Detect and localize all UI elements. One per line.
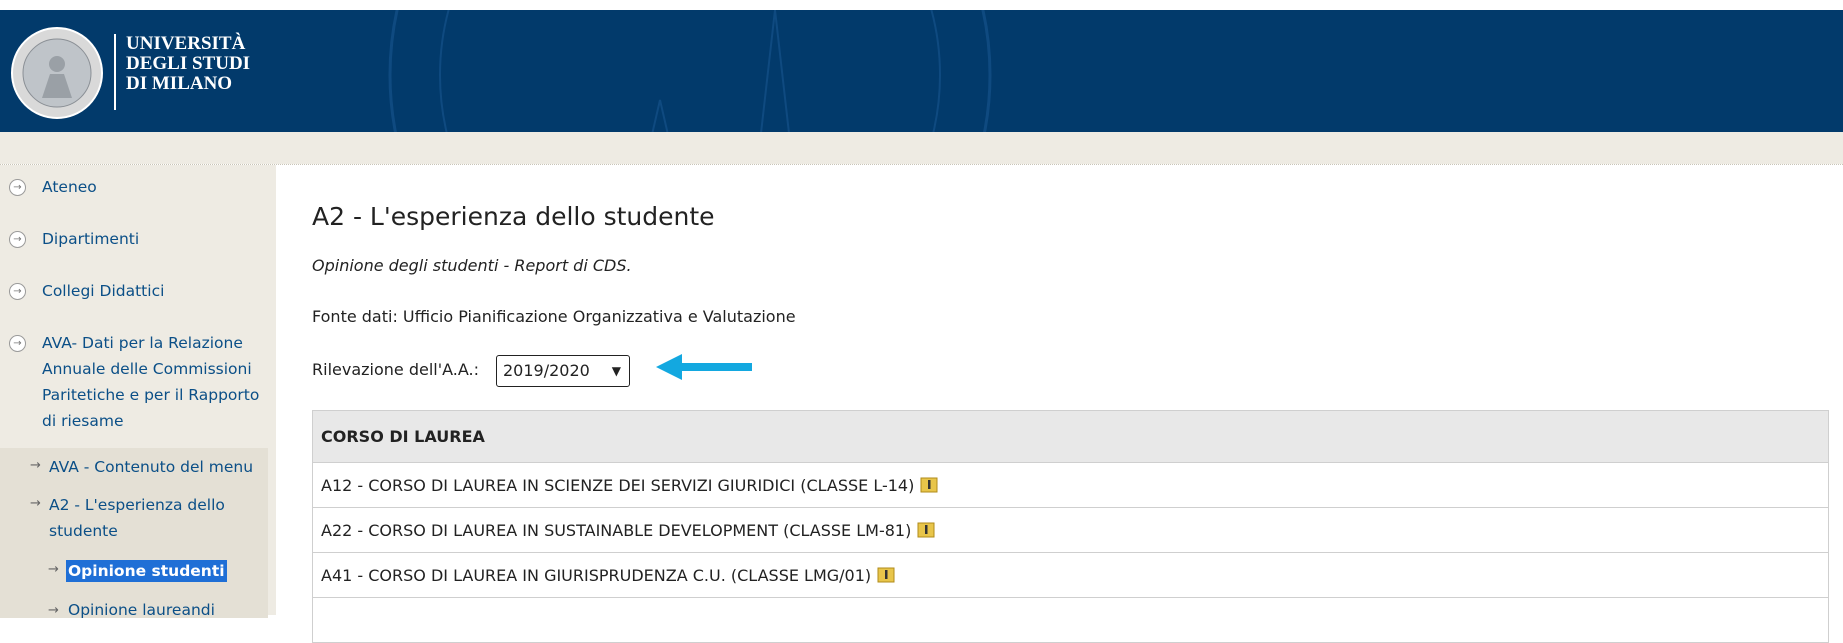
courses-table: CORSO DI LAUREA A12 - CORSO DI LAUREA IN… <box>312 410 1829 643</box>
university-name[interactable]: UNIVERSITÀ DEGLI STUDI DI MILANO <box>126 34 250 94</box>
sidebar-subitem-ava-menu[interactable]: AVA - Contenuto del menu <box>49 454 253 480</box>
circle-arrow-icon: → <box>9 283 26 300</box>
arrow-left-indicator-icon <box>656 354 752 380</box>
info-book-icon[interactable] <box>917 522 935 538</box>
page-subtitle: Opinione degli studenti - Report di CDS. <box>312 256 632 275</box>
sidebar-item-ava[interactable]: AVA- Dati per la Relazione Annuale delle… <box>42 330 274 434</box>
table-cell: A22 - CORSO DI LAUREA IN SUSTAINABLE DEV… <box>312 507 1829 553</box>
table-row[interactable]: A41 - CORSO DI LAUREA IN GIURISPRUDENZA … <box>312 552 1829 598</box>
course-link[interactable]: A12 - CORSO DI LAUREA IN SCIENZE DEI SER… <box>321 476 914 495</box>
university-name-line2: DEGLI STUDI <box>126 53 251 74</box>
year-label: Rilevazione dell'A.A.: <box>312 360 480 379</box>
table-header-row: CORSO DI LAUREA <box>312 410 1829 463</box>
course-link[interactable]: A22 - CORSO DI LAUREA IN SUSTAINABLE DEV… <box>321 521 911 540</box>
circle-arrow-icon: → <box>9 231 26 248</box>
info-book-icon[interactable] <box>877 567 895 583</box>
data-source-text: Fonte dati: Ufficio Pianificazione Organ… <box>312 307 796 326</box>
sidebar-subitem-a2[interactable]: A2 - L'esperienza dello studente <box>49 492 249 544</box>
year-select-value: 2019/2020 <box>503 361 590 380</box>
year-select[interactable]: 2019/2020 ▼ <box>496 355 630 387</box>
circle-arrow-icon: → <box>9 335 26 352</box>
logo-divider <box>114 34 116 110</box>
sidebar-item-collegi-didattici[interactable]: Collegi Didattici <box>42 278 164 304</box>
table-row[interactable]: A22 - CORSO DI LAUREA IN SUSTAINABLE DEV… <box>312 507 1829 553</box>
info-book-icon[interactable] <box>920 477 938 493</box>
column-header-corso: CORSO DI LAUREA <box>312 410 1829 463</box>
table-row[interactable]: A12 - CORSO DI LAUREA IN SCIENZE DEI SER… <box>312 462 1829 508</box>
table-row <box>312 597 1829 643</box>
top-strip <box>0 0 1843 10</box>
course-link[interactable]: A41 - CORSO DI LAUREA IN GIURISPRUDENZA … <box>321 566 871 585</box>
university-name-line3: DI MILANO <box>126 73 233 94</box>
university-seal-logo[interactable] <box>10 26 104 120</box>
breadcrumb-band <box>0 132 1843 164</box>
seal-watermark <box>388 10 992 132</box>
circle-arrow-icon: → <box>9 179 26 196</box>
dotted-divider <box>0 164 1843 165</box>
sidebar-item-dipartimenti[interactable]: Dipartimenti <box>42 226 139 252</box>
sidebar-item-ateneo[interactable]: Ateneo <box>42 174 97 200</box>
arrow-right-icon: → <box>48 562 59 577</box>
table-cell <box>312 597 1829 643</box>
page-title: A2 - L'esperienza dello studente <box>312 202 715 231</box>
table-cell: A12 - CORSO DI LAUREA IN SCIENZE DEI SER… <box>312 462 1829 508</box>
university-name-line1: UNIVERSITÀ <box>126 33 246 54</box>
arrow-right-icon: → <box>48 603 59 618</box>
chevron-down-icon: ▼ <box>611 364 621 378</box>
sidebar-subitem-opinione-studenti[interactable]: Opinione studenti <box>66 560 227 582</box>
site-header: UNIVERSITÀ DEGLI STUDI DI MILANO <box>0 10 1843 132</box>
table-cell: A41 - CORSO DI LAUREA IN GIURISPRUDENZA … <box>312 552 1829 598</box>
sidebar-subitem-opinione-laureandi[interactable]: Opinione laureandi <box>68 597 215 623</box>
arrow-right-icon: → <box>30 496 41 511</box>
arrow-right-icon: → <box>30 458 41 473</box>
